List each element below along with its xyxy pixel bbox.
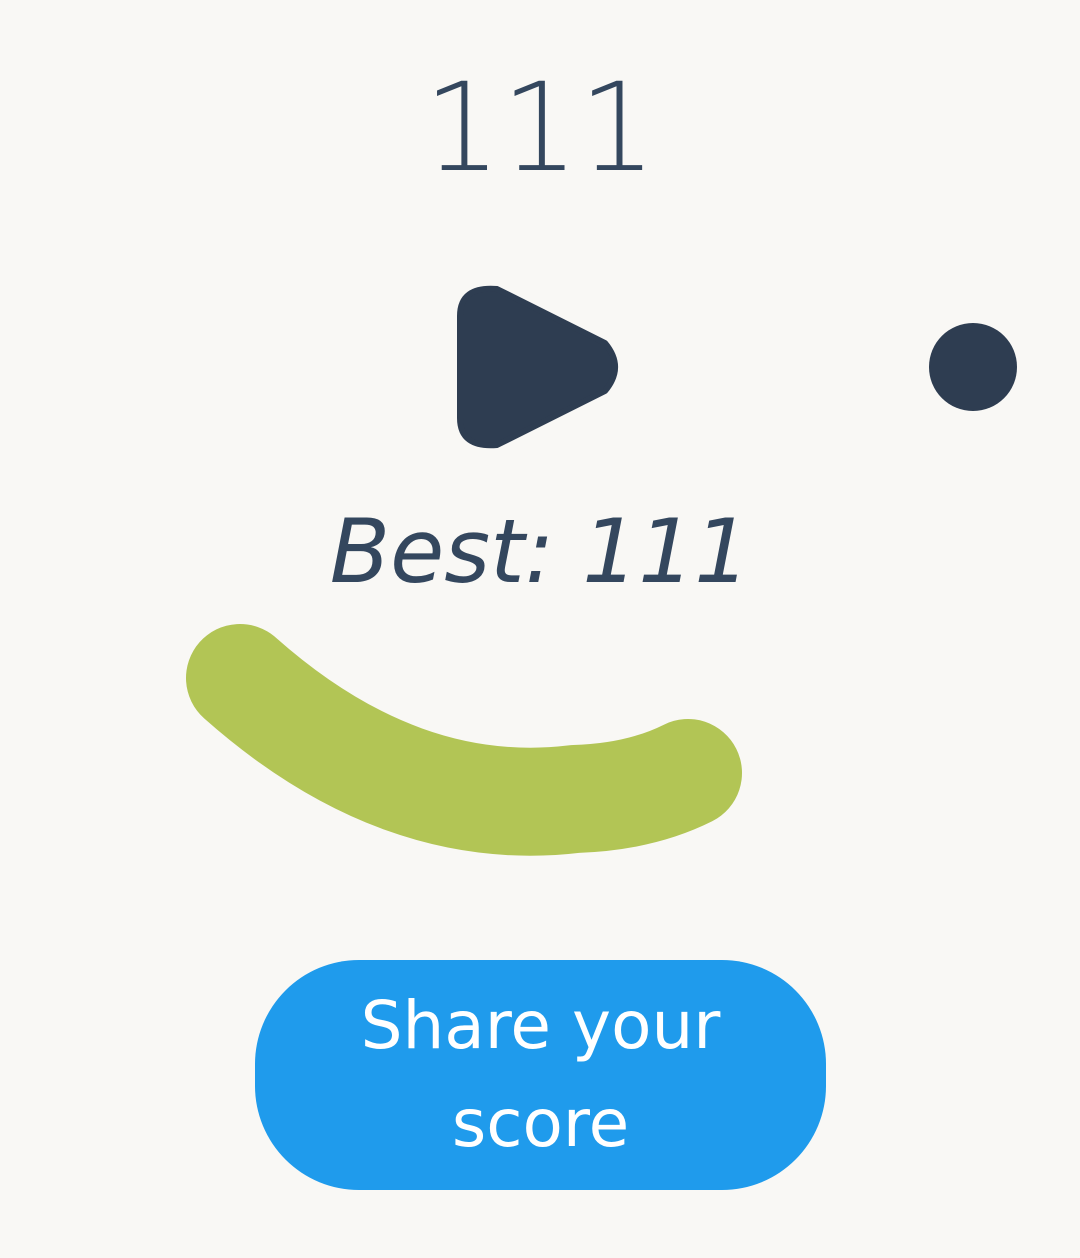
best-score: Best: 111 [329,500,751,603]
share-button-label: Share your score [360,987,721,1162]
play-button[interactable] [455,283,627,453]
play-icon [457,285,618,449]
game-over-screen: { "score": "111", "best": "Best: 111", "… [0,0,1080,1258]
ball-icon [929,323,1017,411]
current-score: 111 [423,57,657,199]
share-score-button[interactable]: Share your score [255,960,826,1190]
